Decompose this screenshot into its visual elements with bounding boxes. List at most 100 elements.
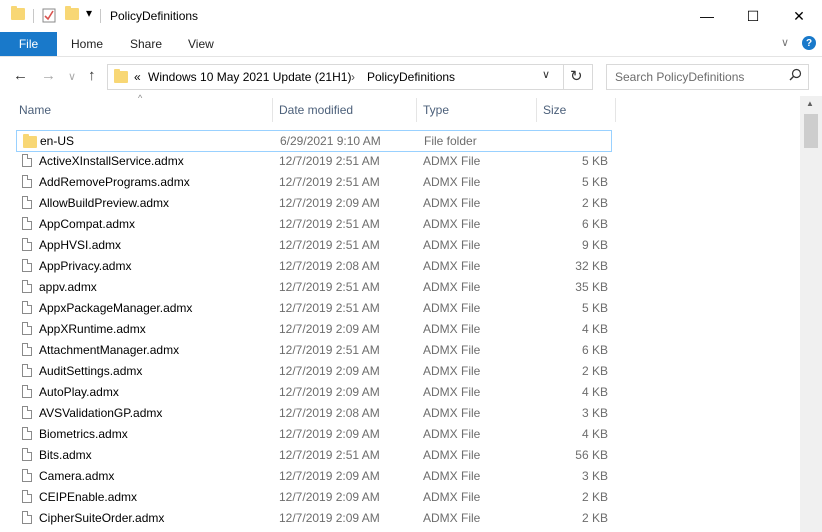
file-type: File folder — [424, 134, 477, 148]
file-size: 6 KB — [581, 343, 608, 357]
minimize-button[interactable]: — — [684, 0, 730, 32]
file-row[interactable]: AppHVSI.admx 12/7/2019 2:51 AM ADMX File 9 … — [16, 235, 612, 256]
file-row[interactable]: AutoPlay.admx 12/7/2019 2:09 AM ADMX File 4… — [16, 382, 612, 403]
quick-access-dropdown-icon[interactable]: ▾ — [86, 6, 92, 20]
file-date-modified: 12/7/2019 2:51 AM — [279, 154, 380, 168]
file-row[interactable]: Bits.admx 12/7/2019 2:51 AM ADMX File 56 KB — [16, 445, 612, 466]
breadcrumb-separator[interactable]: › — [351, 70, 355, 84]
file-date-modified: 12/7/2019 2:51 AM — [279, 343, 380, 357]
column-divider[interactable] — [615, 98, 616, 122]
file-date-modified: 12/7/2019 2:09 AM — [279, 364, 380, 378]
properties-icon[interactable] — [42, 7, 56, 26]
file-size: 5 KB — [581, 175, 608, 189]
file-size: 4 KB — [581, 427, 608, 441]
column-divider[interactable] — [536, 98, 537, 122]
file-date-modified: 12/7/2019 2:51 AM — [279, 238, 380, 252]
new-folder-icon[interactable] — [65, 6, 79, 23]
tab-view[interactable]: View — [188, 37, 214, 51]
back-arrow-icon[interactable]: ← — [13, 67, 28, 84]
document-icon — [22, 490, 32, 506]
file-type: ADMX File — [423, 238, 481, 252]
document-icon — [22, 154, 32, 170]
search-input[interactable]: Search PolicyDefinitions — [606, 64, 809, 90]
file-name: Bits.admx — [39, 448, 92, 462]
close-button[interactable]: ✕ — [776, 0, 822, 32]
tab-file[interactable]: File — [0, 32, 57, 56]
file-name: CEIPEnable.admx — [39, 490, 138, 504]
tab-home[interactable]: Home — [71, 37, 103, 51]
column-divider[interactable] — [416, 98, 417, 122]
vertical-scrollbar[interactable]: ▲ — [800, 96, 822, 532]
file-size: 2 KB — [581, 364, 608, 378]
file-row[interactable]: AttachmentManager.admx 12/7/2019 2:51 AM A… — [16, 340, 612, 361]
column-header-date-modified[interactable]: Date modified — [279, 103, 353, 117]
file-name: AVSValidationGP.admx — [39, 406, 163, 420]
file-row[interactable]: CEIPEnable.admx 12/7/2019 2:09 AM ADMX Fil… — [16, 487, 612, 508]
file-row[interactable]: AppxPackageManager.admx 12/7/2019 2:51 AM… — [16, 298, 612, 319]
file-name: AppHVSI.admx — [39, 238, 122, 252]
forward-arrow-icon[interactable]: → — [41, 67, 56, 84]
file-size: 2 KB — [581, 196, 608, 210]
file-size: 4 KB — [581, 385, 608, 399]
file-row[interactable]: ActiveXInstallService.admx 12/7/2019 2:51… — [16, 151, 612, 172]
file-row[interactable]: AVSValidationGP.admx 12/7/2019 2:08 AM ADM… — [16, 403, 612, 424]
file-row[interactable]: AppPrivacy.admx 12/7/2019 2:08 AM ADMX Fil… — [16, 256, 612, 277]
file-row[interactable]: appv.admx 12/7/2019 2:51 AM ADMX File 35 KB — [16, 277, 612, 298]
column-header-type[interactable]: Type — [423, 103, 449, 117]
file-name: AttachmentManager.admx — [39, 343, 180, 357]
file-name: en-US — [40, 134, 75, 148]
title-bar: ▾ PolicyDefinitions — ☐ ✕ — [0, 0, 822, 32]
scroll-up-icon[interactable]: ▲ — [806, 99, 814, 108]
navigation-bar: ← → ∨ ↑ « Windows 10 May 2021 Update (21… — [0, 56, 822, 97]
file-row[interactable]: AuditSettings.admx 12/7/2019 2:09 AM ADMX … — [16, 361, 612, 382]
file-row[interactable]: Biometrics.admx 12/7/2019 2:09 AM ADMX Fil… — [16, 424, 612, 445]
file-row[interactable]: Camera.admx 12/7/2019 2:09 AM ADMX File 3 K… — [16, 466, 612, 487]
file-size: 56 KB — [575, 448, 608, 462]
up-arrow-icon[interactable]: ↑ — [88, 67, 96, 84]
file-type: ADMX File — [423, 154, 481, 168]
divider — [563, 65, 564, 89]
search-icon[interactable] — [789, 68, 802, 84]
column-header-name[interactable]: Name — [19, 103, 51, 117]
address-bar[interactable]: « Windows 10 May 2021 Update (21H1) › Po… — [107, 64, 593, 90]
refresh-icon[interactable]: ↻ — [570, 67, 583, 85]
file-date-modified: 12/7/2019 2:08 AM — [279, 406, 380, 420]
column-header-size[interactable]: Size — [543, 103, 566, 117]
file-name: AppxPackageManager.admx — [39, 301, 193, 315]
scrollbar-thumb[interactable] — [804, 114, 818, 148]
file-row[interactable]: CipherSuiteOrder.admx 12/7/2019 2:09 AM AD… — [16, 508, 612, 529]
document-icon — [22, 301, 32, 317]
file-type: ADMX File — [423, 364, 481, 378]
file-size: 3 KB — [581, 469, 608, 483]
file-type: ADMX File — [423, 406, 481, 420]
help-icon[interactable]: ? — [802, 36, 816, 50]
file-size: 9 KB — [581, 238, 608, 252]
file-row[interactable]: AllowBuildPreview.admx 12/7/2019 2:09 AM A… — [16, 193, 612, 214]
file-row[interactable]: AppXRuntime.admx 12/7/2019 2:09 AM ADMX Fi… — [16, 319, 612, 340]
file-size: 5 KB — [581, 301, 608, 315]
recent-locations-icon[interactable]: ∨ — [68, 70, 76, 83]
sort-ascending-icon: ^ — [138, 93, 143, 103]
expand-ribbon-icon[interactable]: ∨ — [781, 36, 789, 49]
file-date-modified: 12/7/2019 2:09 AM — [279, 385, 380, 399]
file-name: AppCompat.admx — [39, 217, 136, 231]
file-size: 5 KB — [581, 154, 608, 168]
tab-share[interactable]: Share — [130, 37, 162, 51]
breadcrumb-item-policydefinitions[interactable]: PolicyDefinitions — [367, 70, 455, 84]
document-icon — [22, 217, 32, 233]
maximize-button[interactable]: ☐ — [730, 0, 776, 32]
address-dropdown-icon[interactable]: ∨ — [542, 68, 550, 81]
file-size: 2 KB — [581, 511, 608, 525]
file-row[interactable]: AppCompat.admx 12/7/2019 2:51 AM ADMX File… — [16, 214, 612, 235]
breadcrumb-item-windows-10[interactable]: Windows 10 May 2021 Update (21H1) — [148, 70, 351, 84]
search-placeholder: Search PolicyDefinitions — [615, 70, 745, 84]
column-divider[interactable] — [272, 98, 273, 122]
file-row[interactable]: AddRemovePrograms.admx 12/7/2019 2:51 AM A… — [16, 172, 612, 193]
file-type: ADMX File — [423, 385, 481, 399]
column-headers: ^ Name Date modified Type Size — [0, 93, 822, 124]
file-type: ADMX File — [423, 448, 481, 462]
document-icon — [22, 238, 32, 254]
breadcrumb-overflow[interactable]: « — [134, 70, 141, 84]
folder-row[interactable]: en-US 6/29/2021 9:10 AM File folder — [16, 130, 612, 152]
file-name: appv.admx — [39, 280, 97, 294]
